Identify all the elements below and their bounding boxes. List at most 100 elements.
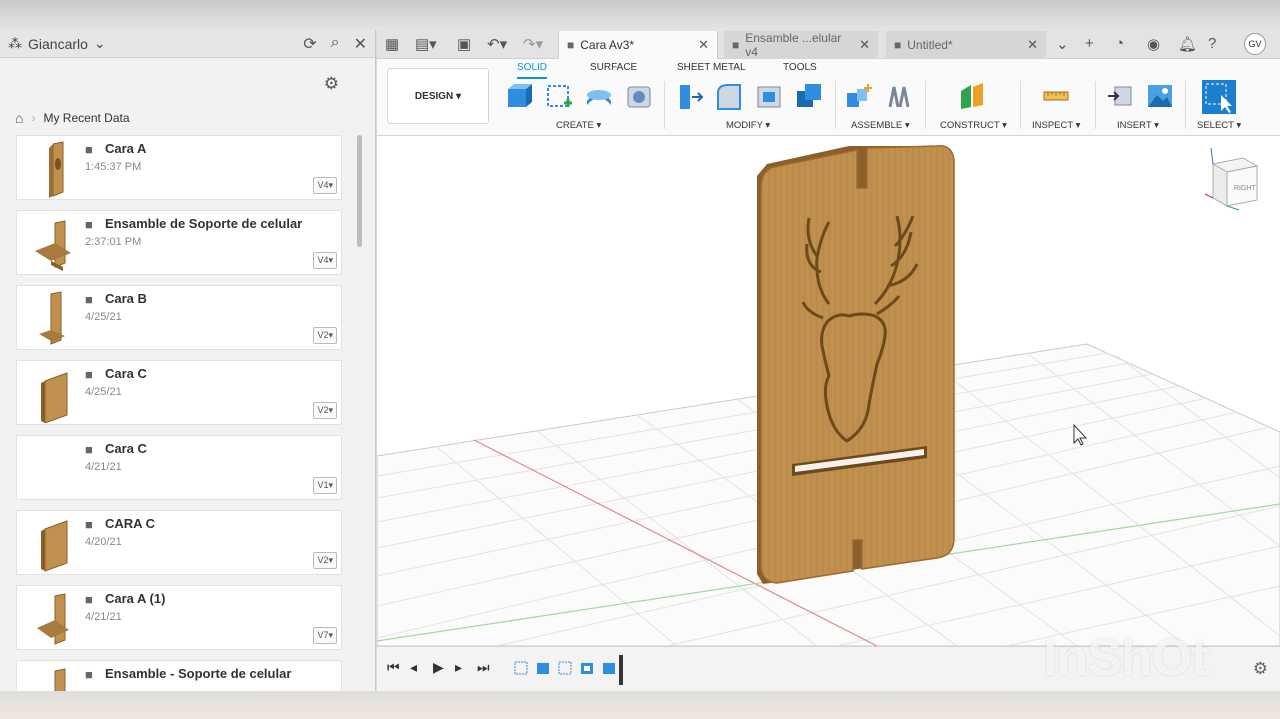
version-badge[interactable]: V2▾ xyxy=(313,402,337,419)
close-tab-icon[interactable]: ✕ xyxy=(1027,37,1038,53)
version-badge[interactable]: V2▾ xyxy=(313,327,337,344)
next-step-icon[interactable]: ▸ xyxy=(455,659,462,676)
tab-document[interactable]: ■ Cara Av3* ✕ xyxy=(558,31,718,59)
version-badge[interactable]: V4▾ xyxy=(313,177,337,194)
create-menu[interactable]: CREATE ▾ xyxy=(556,120,601,131)
canvas-viewport[interactable]: RIGHT xyxy=(377,136,1280,646)
timeline-marker[interactable] xyxy=(619,655,623,685)
redo-icon[interactable]: ↷▾ xyxy=(523,35,543,53)
select-menu[interactable]: SELECT ▾ xyxy=(1197,120,1241,131)
offset-plane-icon[interactable] xyxy=(957,81,987,111)
press-pull-icon[interactable] xyxy=(674,81,704,111)
notifications-icon[interactable]: 🔔︎ xyxy=(1178,35,1197,53)
team-icon: ⁂ xyxy=(8,35,22,51)
chevron-right-icon: › xyxy=(31,111,36,125)
version-label: V1 xyxy=(317,480,329,490)
first-step-icon[interactable]: ⏮ xyxy=(387,659,400,676)
version-badge[interactable]: V1▾ xyxy=(313,477,337,494)
construct-menu[interactable]: CONSTRUCT ▾ xyxy=(940,120,1007,131)
item-name: Cara C xyxy=(105,441,147,456)
breadcrumb-label[interactable]: My Recent Data xyxy=(43,111,129,125)
tab-overflow-icon[interactable]: ⌄ xyxy=(1056,35,1069,53)
breadcrumb: ⌂ › My Recent Data xyxy=(15,110,130,126)
chevron-down-icon: ⌄ xyxy=(93,35,106,51)
last-step-icon[interactable]: ⏭ xyxy=(477,659,490,676)
previous-step-icon[interactable]: ◂ xyxy=(410,659,417,676)
user-switcher[interactable]: ⁂ Giancarlo ⌄ xyxy=(8,35,106,52)
gear-icon[interactable]: ⚙ xyxy=(324,74,339,94)
divider xyxy=(925,81,926,129)
close-tab-icon[interactable]: ✕ xyxy=(698,37,709,53)
tab-solid[interactable]: SOLID xyxy=(517,62,548,79)
tab-tools[interactable]: TOOLS xyxy=(783,62,817,77)
joint-icon[interactable] xyxy=(884,81,914,111)
insert-menu[interactable]: INSERT ▾ xyxy=(1117,120,1159,131)
extrude-feature-icon[interactable] xyxy=(601,660,617,676)
select-icon[interactable] xyxy=(1201,79,1237,115)
model-canvas[interactable]: RIGHT xyxy=(377,136,1280,646)
design-file-icon: ■ xyxy=(567,38,575,52)
refresh-icon[interactable]: ⟳ xyxy=(303,34,316,54)
list-item[interactable]: ■ Ensamble de Soporte de celular 2:37:01… xyxy=(16,210,342,275)
divider xyxy=(664,81,665,129)
new-tab-icon[interactable]: + xyxy=(1085,35,1094,52)
combine-icon[interactable] xyxy=(794,81,824,111)
grid-menu-icon[interactable]: ▦ xyxy=(385,35,399,53)
item-name: Cara C xyxy=(105,366,147,381)
create-sketch-icon[interactable] xyxy=(544,81,574,111)
extrude-feature-icon[interactable] xyxy=(535,660,551,676)
bottom-blur-strip xyxy=(0,691,1280,719)
tab-sheet-metal[interactable]: SHEET METAL xyxy=(677,62,746,77)
scrollbar[interactable] xyxy=(357,135,362,247)
tab-surface[interactable]: SURFACE xyxy=(590,62,637,77)
new-component-icon[interactable] xyxy=(504,81,534,111)
play-icon[interactable]: ▶ xyxy=(433,659,444,676)
cut-feature-icon[interactable] xyxy=(579,660,595,676)
list-item[interactable]: ■ Cara A 1:45:37 PM V4▾ xyxy=(16,135,342,200)
timeline-settings-icon[interactable]: ⚙ xyxy=(1253,659,1268,679)
item-date: 4/25/21 xyxy=(85,386,122,398)
job-status-icon[interactable]: ◉ xyxy=(1147,35,1160,53)
version-badge[interactable]: V2▾ xyxy=(313,552,337,569)
search-icon[interactable]: ⌕ xyxy=(331,34,340,54)
version-badge[interactable]: V7▾ xyxy=(313,627,337,644)
list-item[interactable]: ■ Cara B 4/25/21 V2▾ xyxy=(16,285,342,350)
help-icon[interactable]: ? xyxy=(1208,35,1216,52)
list-item[interactable]: ■ Cara C 4/25/21 V2▾ xyxy=(16,360,342,425)
close-tab-icon[interactable]: ✕ xyxy=(859,37,870,53)
item-name: Ensamble de Soporte de celular xyxy=(105,216,303,231)
viewcube[interactable]: RIGHT xyxy=(1204,147,1259,211)
measure-icon[interactable] xyxy=(1041,81,1071,111)
save-icon[interactable]: ▣ xyxy=(457,35,471,53)
list-item[interactable]: ■ Ensamble - Soporte de celular xyxy=(16,660,342,691)
extensions-icon[interactable]: ◔ xyxy=(1115,35,1124,52)
avatar[interactable]: GV xyxy=(1244,33,1266,55)
new-component-assemble-icon[interactable] xyxy=(844,81,874,111)
version-badge[interactable]: V4▾ xyxy=(313,252,337,269)
insert-derive-icon[interactable] xyxy=(1105,81,1135,111)
assemble-menu-label: ASSEMBLE xyxy=(851,120,903,131)
revolve-icon[interactable] xyxy=(624,81,654,111)
fillet-icon[interactable] xyxy=(714,81,744,111)
list-item[interactable]: ■ Cara C 4/21/21 V1▾ xyxy=(16,435,342,500)
workspace-switcher[interactable]: DESIGN ▾ xyxy=(387,68,489,124)
assemble-menu[interactable]: ASSEMBLE ▾ xyxy=(851,120,910,131)
sketch-feature-icon[interactable] xyxy=(557,660,573,676)
file-menu-icon[interactable]: ▤▾ xyxy=(415,35,437,53)
phone-stand-model[interactable] xyxy=(757,145,955,584)
tab-document[interactable]: ■ Untitled* ✕ xyxy=(886,31,1046,59)
divider xyxy=(835,81,836,129)
home-icon[interactable]: ⌂ xyxy=(15,110,23,126)
insert-image-icon[interactable] xyxy=(1145,81,1175,111)
inspect-menu[interactable]: INSPECT ▾ xyxy=(1032,120,1080,131)
modify-menu[interactable]: MODIFY ▾ xyxy=(726,120,770,131)
extrude-icon[interactable] xyxy=(584,81,614,111)
tab-document[interactable]: ■ Ensamble ...elular v4 ✕ xyxy=(724,31,878,59)
shell-icon[interactable] xyxy=(754,81,784,111)
close-icon[interactable]: ✕ xyxy=(354,34,367,54)
sketch-feature-icon[interactable] xyxy=(513,660,529,676)
list-item[interactable]: ■ Cara A (1) 4/21/21 V7▾ xyxy=(16,585,342,650)
list-item[interactable]: ■ CARA C 4/20/21 V2▾ xyxy=(16,510,342,575)
undo-icon[interactable]: ↶▾ xyxy=(487,35,507,53)
divider xyxy=(1020,81,1021,129)
